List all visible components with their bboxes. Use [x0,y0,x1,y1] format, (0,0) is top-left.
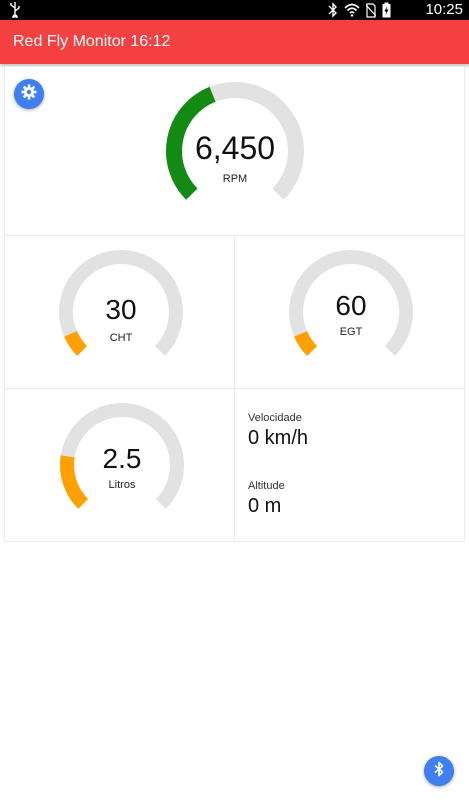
app-bar: Red Fly Monitor 16:12 [0,20,469,64]
rpm-gauge: 6,450 RPM [164,80,306,210]
fuel-gauge: 2.5 Litros [58,401,186,521]
status-bar: 10:25 [0,0,469,20]
bluetooth-button[interactable] [424,756,454,786]
cht-label: CHT [109,332,133,344]
altitude-value: 0 m [248,495,282,517]
bluetooth-icon [433,761,445,782]
rpm-label: RPM [222,173,248,185]
egt-value: 60 [335,290,367,321]
altitude-label: Altitude [248,480,285,492]
status-clock: 10:25 [425,1,463,18]
rpm-card: 6,450 RPM [4,66,465,236]
flight-info-card: Velocidade 0 km/h Altitude 0 m [234,388,465,542]
cht-gauge: 30 CHT [57,248,185,368]
fuel-value: 2.5 [102,443,142,474]
settings-button[interactable] [14,79,44,109]
cht-card: 30 CHT [4,235,235,389]
egt-card: 60 EGT [234,235,465,389]
egt-label: EGT [339,326,363,338]
cht-value: 30 [105,294,137,325]
egt-gauge: 60 EGT [287,248,415,368]
app-title: Red Fly Monitor 16:12 [13,33,171,50]
speed-label: Velocidade [248,412,302,424]
rpm-value: 6,450 [194,130,276,166]
fuel-card: 2.5 Litros [4,388,235,542]
fuel-label: Litros [108,479,136,491]
speed-value: 0 km/h [248,427,309,449]
gear-icon [21,84,37,105]
